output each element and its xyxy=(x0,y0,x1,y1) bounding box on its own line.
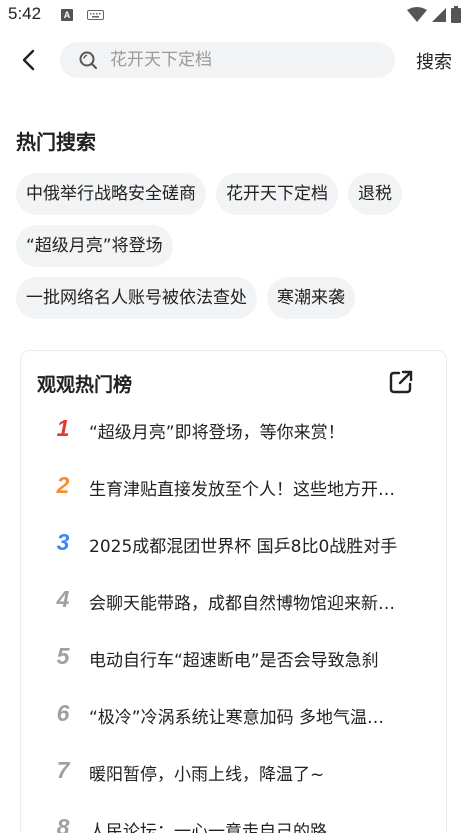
wifi-icon xyxy=(407,6,427,22)
ranking-title: 观观热门榜 xyxy=(37,374,133,396)
hot-search-chip[interactable]: 一批网络名人账号被依法查处 xyxy=(16,277,257,319)
ranking-item[interactable]: 4 会聊天能带路，成都自然博物馆迎来新成员 xyxy=(21,574,448,631)
rank-number: 5 xyxy=(56,643,70,669)
ranking-item[interactable]: 1 “超级月亮”即将登场，等你来赏！ xyxy=(21,403,448,460)
share-icon[interactable] xyxy=(388,369,414,395)
hot-search-chip[interactable]: 退税 xyxy=(348,173,402,215)
hot-search-chip[interactable]: 中俄举行战略安全磋商 xyxy=(16,173,206,215)
ranking-list: 1 “超级月亮”即将登场，等你来赏！ 2 生育津贴直接发放至个人！这些地方开始实… xyxy=(21,403,448,833)
ranking-item[interactable]: 2 生育津贴直接发放至个人！这些地方开始实施了 xyxy=(21,460,448,517)
chip-row: 一批网络名人账号被依法查处 寒潮来袭 xyxy=(16,277,456,319)
rank-number: 1 xyxy=(56,415,70,441)
back-button[interactable] xyxy=(14,45,44,75)
ranking-item[interactable]: 3 2025成都混团世界杯 国乒8比0战胜对手 xyxy=(21,517,448,574)
chip-row: “超级月亮”将登场 xyxy=(16,225,456,267)
rank-headline: “极冷”冷涡系统让寒意加码 多地气温创新低 xyxy=(89,708,399,728)
status-right xyxy=(407,6,461,23)
rank-headline: 人民论坛：一心一意走自己的路 xyxy=(89,822,327,833)
rank-headline: 电动自行车“超速断电”是否会导致急刹 xyxy=(89,651,379,671)
rank-number: 7 xyxy=(56,757,70,783)
hot-ranking-card: 观观热门榜 1 “超级月亮”即将登场，等你来赏！ 2 生育津贴直接发放至个人！这… xyxy=(20,350,447,833)
rank-headline: 2025成都混团世界杯 国乒8比0战胜对手 xyxy=(89,537,398,557)
search-box[interactable] xyxy=(60,42,395,78)
hot-search-chips: 中俄举行战略安全磋商 花开天下定档 退税 “超级月亮”将登场 一批网络名人账号被… xyxy=(16,173,456,329)
rank-headline: 生育津贴直接发放至个人！这些地方开始实施了 xyxy=(89,480,399,500)
ranking-item[interactable]: 7 暖阳暂停，小雨上线，降温了~ xyxy=(21,745,448,802)
search-header: 搜索 xyxy=(0,36,468,86)
hot-search-chip[interactable]: 寒潮来袭 xyxy=(267,277,355,319)
status-bar: 5:42 A xyxy=(0,0,468,32)
rank-number: 3 xyxy=(56,529,70,555)
keyboard-icon xyxy=(87,10,104,20)
search-icon xyxy=(79,51,97,69)
ranking-item[interactable]: 6 “极冷”冷涡系统让寒意加码 多地气温创新低 xyxy=(21,688,448,745)
battery-icon xyxy=(451,6,461,23)
rank-headline: 会聊天能带路，成都自然博物馆迎来新成员 xyxy=(89,594,399,614)
rank-number: 2 xyxy=(56,472,70,498)
hot-search-chip[interactable]: “超级月亮”将登场 xyxy=(16,225,173,267)
rank-headline: “超级月亮”即将登场，等你来赏！ xyxy=(89,423,345,443)
status-time: 5:42 xyxy=(8,4,42,23)
a-notification-icon: A xyxy=(61,9,73,21)
hot-search-title: 热门搜索 xyxy=(16,130,96,154)
signal-icon xyxy=(432,7,446,22)
rank-number: 4 xyxy=(56,586,70,612)
ranking-item[interactable]: 5 电动自行车“超速断电”是否会导致急刹 xyxy=(21,631,448,688)
chip-row: 中俄举行战略安全磋商 花开天下定档 退税 xyxy=(16,173,456,215)
rank-number: 6 xyxy=(56,700,70,726)
rank-headline: 暖阳暂停，小雨上线，降温了~ xyxy=(89,765,325,785)
chevron-left-icon xyxy=(22,49,35,71)
search-input[interactable] xyxy=(110,42,380,78)
ranking-item[interactable]: 8 人民论坛：一心一意走自己的路 xyxy=(21,802,448,833)
rank-number: 8 xyxy=(56,814,70,833)
search-button[interactable]: 搜索 xyxy=(416,48,452,74)
hot-search-chip[interactable]: 花开天下定档 xyxy=(216,173,338,215)
